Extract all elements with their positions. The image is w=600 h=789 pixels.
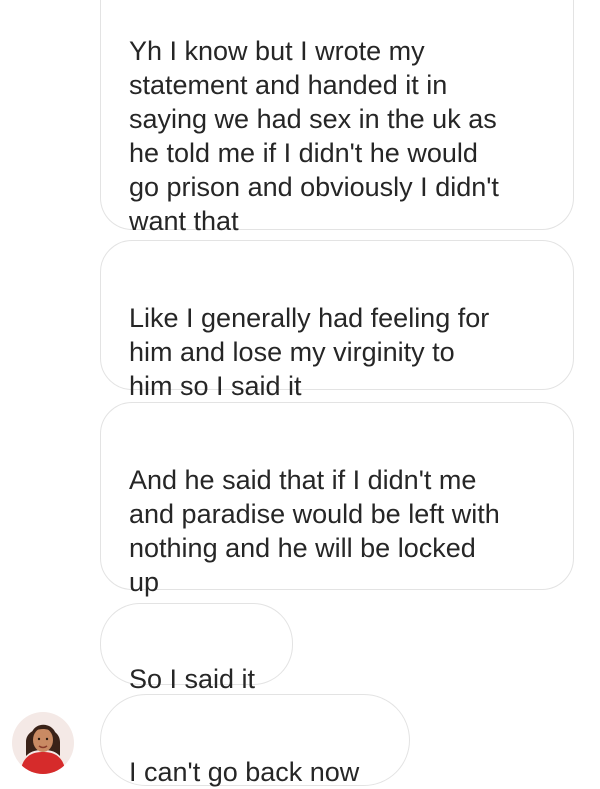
message-text: Like I generally had feeling for him and… <box>129 303 490 401</box>
profile-avatar-icon[interactable] <box>12 712 74 774</box>
message-text: I can't go back now <box>129 757 360 787</box>
message-bubble[interactable]: I can't go back now <box>100 694 410 787</box>
message-bubble[interactable]: And he said that if I didn't me and para… <box>100 402 574 597</box>
message-text: And he said that if I didn't me and para… <box>129 465 500 597</box>
message-text: Yh I know but I wrote my statement and h… <box>129 36 499 236</box>
message-bubble[interactable]: Yh I know but I wrote my statement and h… <box>100 0 574 236</box>
message-bubble[interactable]: Like I generally had feeling for him and… <box>100 240 574 401</box>
message-text: So I said it <box>129 664 256 694</box>
message-bubble[interactable]: So I said it <box>100 603 293 694</box>
